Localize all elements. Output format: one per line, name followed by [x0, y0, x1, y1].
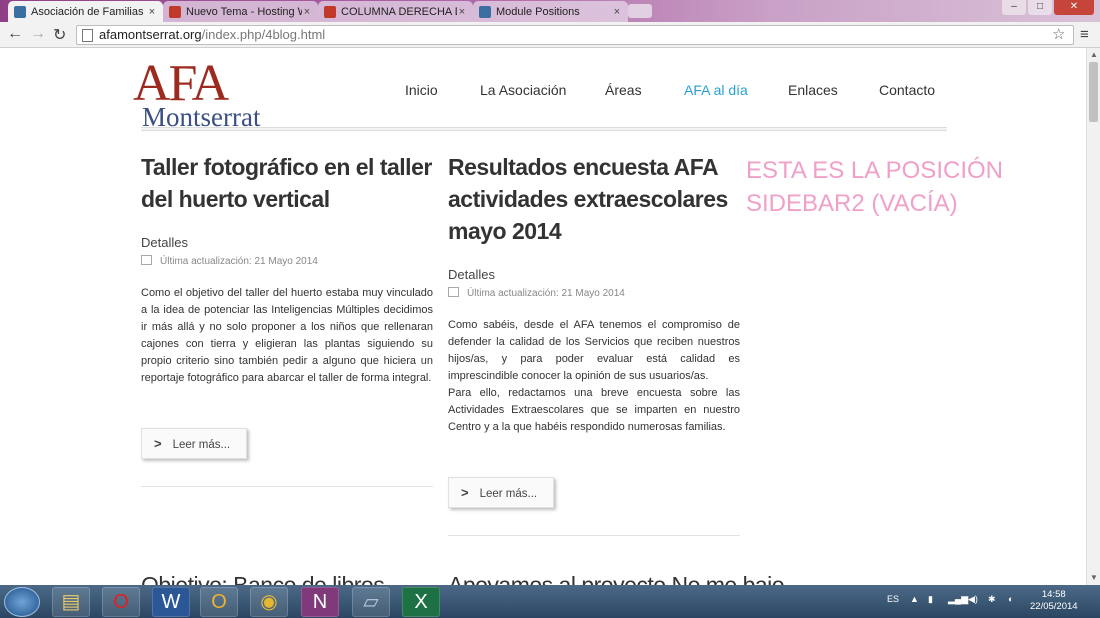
- article-separator: [141, 486, 433, 487]
- tab-nuevo-tema[interactable]: Nuevo Tema - Hosting W ×: [163, 1, 318, 22]
- article-body: Como el objetivo del taller del huerto e…: [141, 287, 433, 384]
- browser-toolbar: ← → ↻ afamontserrat.org/index.php/4blog.…: [0, 22, 1100, 48]
- volume-icon[interactable]: ◀): [968, 594, 978, 605]
- tab-close-icon[interactable]: ×: [302, 6, 312, 18]
- read-more-button[interactable]: > Leer más...: [141, 428, 247, 459]
- article-title[interactable]: Objetivo: Banco de libros: [141, 572, 385, 585]
- page-icon: [82, 29, 93, 42]
- window-controls: – □ ✕: [1002, 0, 1094, 15]
- tray-expand-icon[interactable]: ▲: [910, 594, 919, 604]
- tab-title: Nuevo Tema - Hosting W: [186, 5, 302, 18]
- signal-icon[interactable]: ▂▄▆: [948, 594, 968, 605]
- tab-module-positions[interactable]: Module Positions ×: [473, 1, 628, 22]
- forward-arrow-icon[interactable]: →: [30, 25, 46, 43]
- maximize-icon[interactable]: □: [1028, 0, 1052, 15]
- excel-icon[interactable]: X: [402, 587, 440, 617]
- article-title[interactable]: Resultados encuesta AFA actividades extr…: [448, 151, 740, 247]
- sidebar2-placeholder: ESTA ES LA POSICIÓN SIDEBAR2 (VACÍA): [746, 157, 1003, 217]
- tab-title: Module Positions: [496, 5, 580, 18]
- chrome-icon[interactable]: ◉: [250, 587, 288, 617]
- tab-asociacion[interactable]: Asociación de Familias de ×: [8, 1, 163, 22]
- bookmark-star-icon[interactable]: ☆: [1052, 25, 1065, 43]
- tab-title: Asociación de Familias de: [31, 5, 147, 18]
- clock-date: 22/05/2014: [1030, 601, 1078, 612]
- power-icon[interactable]: ◐: [1008, 594, 1013, 604]
- read-more-label: Leer más...: [479, 488, 538, 500]
- article-updated: Última actualización: 21 Mayo 2014: [448, 287, 625, 299]
- calendar-icon: [141, 255, 152, 265]
- article-title[interactable]: Taller fotográfico en el taller del huer…: [141, 151, 433, 215]
- bluetooth-icon[interactable]: ✱: [988, 594, 996, 605]
- scrollbar-thumb[interactable]: [1089, 62, 1098, 122]
- article-details-label: Detalles: [448, 267, 495, 282]
- nav-la-asociacion[interactable]: La Asociación: [480, 82, 566, 98]
- site-logo[interactable]: AFA Montserrat: [133, 55, 273, 132]
- joomla-favicon-icon: [479, 5, 491, 18]
- scroll-up-icon[interactable]: ▲: [1090, 50, 1098, 59]
- page-scrollbar[interactable]: ▲ ▼: [1086, 48, 1100, 585]
- nav-afa-al-dia[interactable]: AFA al día: [684, 82, 748, 98]
- hamburger-menu-icon[interactable]: ≡: [1080, 26, 1089, 43]
- explorer-icon[interactable]: ▤: [52, 587, 90, 617]
- minimize-icon[interactable]: –: [1002, 0, 1026, 15]
- word-icon[interactable]: W: [152, 587, 190, 617]
- tab-close-icon[interactable]: ×: [147, 6, 157, 18]
- article-title[interactable]: Apoyamos al proyecto No me bajo: [448, 572, 785, 585]
- address-bar[interactable]: afamontserrat.org/index.php/4blog.html: [76, 25, 1074, 45]
- read-more-label: Leer más...: [172, 439, 231, 451]
- hosting-favicon-icon: [324, 5, 336, 18]
- onenote-icon[interactable]: N: [301, 587, 339, 617]
- network-icon[interactable]: ▮: [928, 594, 933, 605]
- header-divider: [141, 127, 947, 131]
- hosting-favicon-icon: [169, 5, 181, 18]
- article-updated: Última actualización: 21 Mayo 2014: [141, 255, 318, 267]
- updated-text: Última actualización: 21 Mayo 2014: [467, 288, 625, 299]
- chevron-right-icon: >: [461, 485, 469, 500]
- tab-close-icon[interactable]: ×: [612, 6, 622, 18]
- tab-columna-derecha[interactable]: COLUMNA DERECHA DES ×: [318, 1, 473, 22]
- scroll-down-icon[interactable]: ▼: [1090, 573, 1098, 582]
- window-close-icon[interactable]: ✕: [1054, 0, 1094, 15]
- calendar-icon: [448, 287, 459, 297]
- tab-close-icon[interactable]: ×: [457, 6, 467, 18]
- nav-inicio[interactable]: Inicio: [405, 82, 438, 98]
- article-body: Para ello, redactamos una breve encuesta…: [448, 387, 740, 433]
- screen: Asociación de Familias de × Nuevo Tema -…: [0, 0, 1100, 618]
- outlook-icon[interactable]: O: [200, 587, 238, 617]
- browser-tab-strip: Asociación de Familias de × Nuevo Tema -…: [0, 0, 1100, 22]
- new-tab-button[interactable]: [628, 4, 652, 18]
- article-separator: [448, 535, 740, 536]
- system-clock[interactable]: 14:58 22/05/2014: [1030, 589, 1078, 613]
- reload-icon[interactable]: ↻: [53, 25, 66, 45]
- url-path: /index.php/4blog.html: [201, 27, 326, 42]
- language-indicator[interactable]: ES: [887, 594, 899, 604]
- chevron-right-icon: >: [154, 436, 162, 451]
- clock-time: 14:58: [1041, 589, 1066, 600]
- url-host: afamontserrat.org: [99, 27, 202, 42]
- updated-text: Última actualización: 21 Mayo 2014: [160, 256, 318, 267]
- back-arrow-icon[interactable]: ←: [7, 25, 23, 43]
- windows-taskbar: ▤ O W O ◉ N ▱ X ES ▲ ▮ ▂▄▆ ◀) ✱ ◐ 14:58 …: [0, 585, 1100, 618]
- article-body: Como sabéis, desde el AFA tenemos el com…: [448, 319, 740, 382]
- start-button[interactable]: [4, 587, 40, 617]
- article-details-label: Detalles: [141, 235, 188, 250]
- read-more-button[interactable]: > Leer más...: [448, 477, 554, 508]
- page-viewport: AFA Montserrat Inicio La Asociación Área…: [0, 48, 1086, 585]
- tab-title: COLUMNA DERECHA DES: [341, 5, 457, 18]
- notepad-icon[interactable]: ▱: [352, 587, 390, 617]
- opera-icon[interactable]: O: [102, 587, 140, 617]
- nav-contacto[interactable]: Contacto: [879, 82, 935, 98]
- nav-areas[interactable]: Áreas: [605, 82, 642, 98]
- joomla-favicon-icon: [14, 5, 26, 18]
- nav-enlaces[interactable]: Enlaces: [788, 82, 838, 98]
